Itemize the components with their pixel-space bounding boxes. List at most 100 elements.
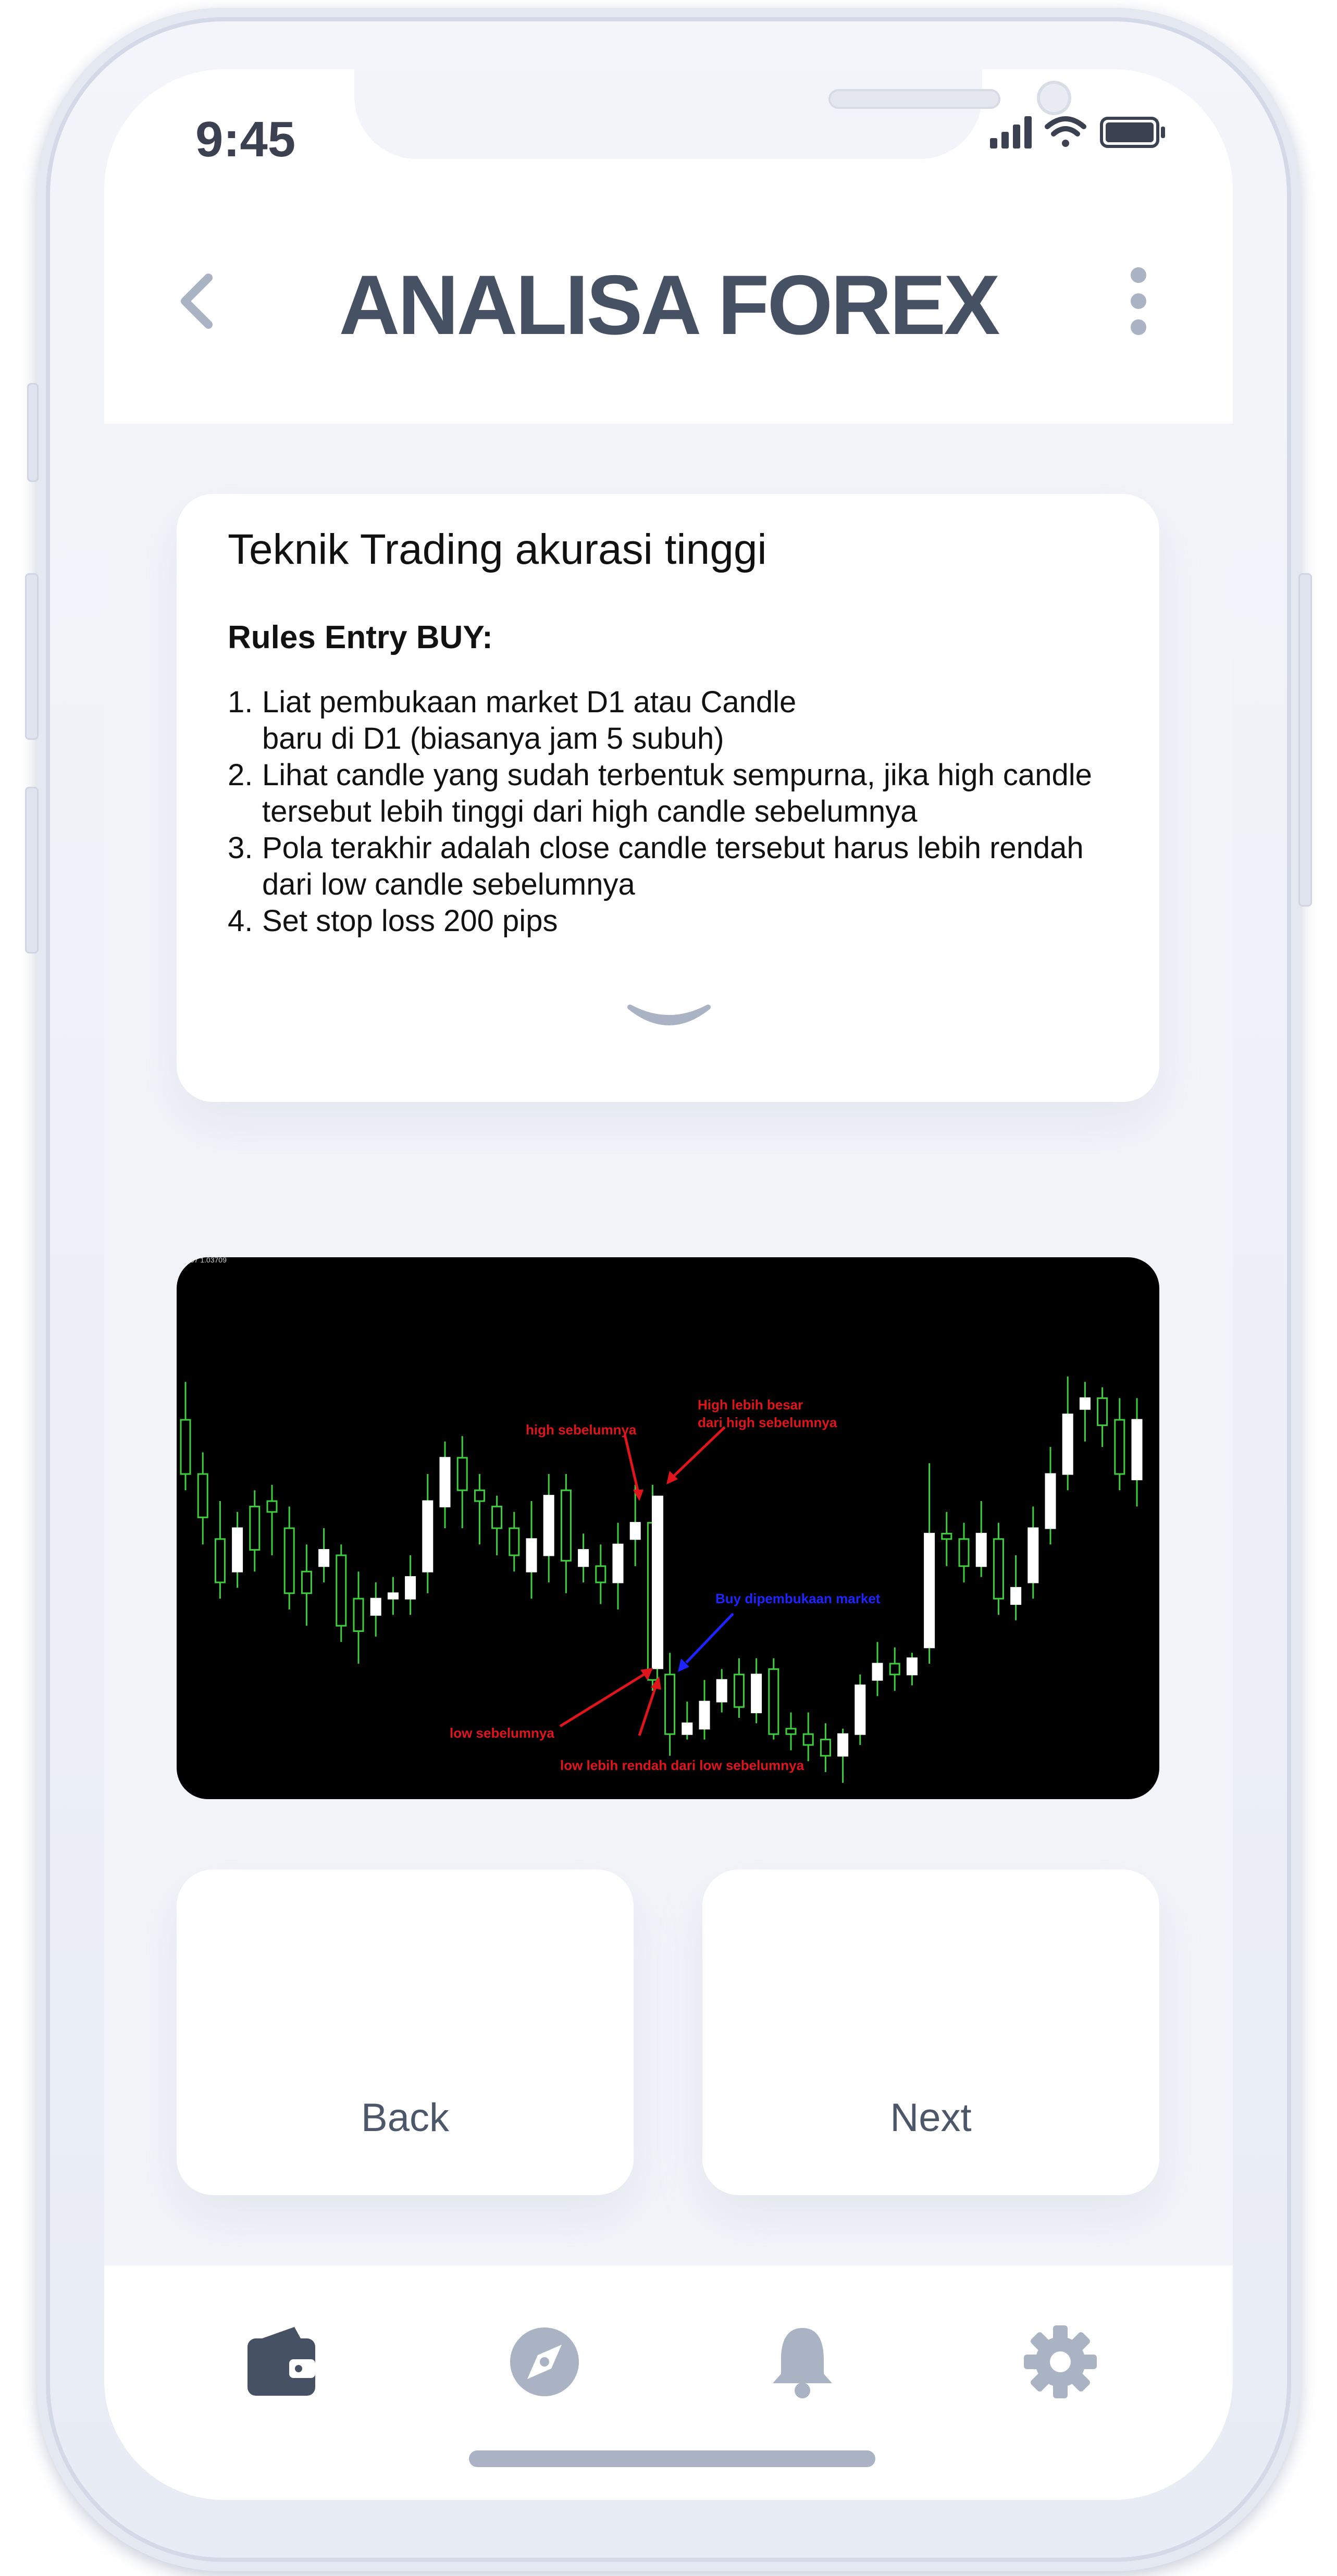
rule-line: Pola terakhir adalah close candle terseb… — [262, 831, 1084, 865]
arrow-high-prev — [623, 1434, 640, 1493]
candle-body — [837, 1733, 849, 1757]
home-indicator[interactable] — [469, 2450, 875, 2467]
candle-body — [855, 1685, 866, 1735]
candle-body — [387, 1592, 399, 1600]
candle-body — [370, 1597, 381, 1616]
candle-body — [1045, 1473, 1056, 1529]
rules-card: Teknik Trading akurasi tinggi Rules Entr… — [177, 494, 1159, 1102]
candle-body — [543, 1495, 554, 1556]
volume-up-button — [25, 573, 39, 740]
rule-number: 2. — [228, 758, 253, 792]
status-time: 9:45 — [195, 112, 296, 167]
signal-candle — [652, 1495, 663, 1669]
rule-number: 3. — [228, 831, 253, 865]
power-button — [1298, 573, 1312, 907]
candle-body — [924, 1532, 935, 1649]
speaker — [828, 89, 1000, 109]
chart-corner-text: 037 1.03709 — [186, 1257, 227, 1264]
more-options-icon[interactable] — [1125, 262, 1152, 340]
candle-body — [785, 1728, 797, 1735]
signal-icon — [990, 116, 1032, 148]
candle-body — [353, 1597, 364, 1632]
rule-item: 4. Set stop loss 200 pips — [228, 903, 1145, 939]
compass-icon[interactable] — [505, 2323, 584, 2401]
notch — [354, 69, 1071, 159]
rule-text: Pola terakhir adalah close candle terseb… — [262, 830, 1145, 903]
rule-line: Set stop loss 200 pips — [262, 904, 558, 938]
rule-line: dari low candle sebelumnya — [262, 868, 635, 901]
candle-body — [197, 1473, 208, 1518]
candle-body — [560, 1489, 572, 1562]
rules-list: 1. Liat pembukaan market D1 atau Candle ba… — [228, 684, 1145, 939]
candle-body — [422, 1500, 434, 1572]
gear-icon[interactable] — [1021, 2323, 1099, 2401]
candle-body — [958, 1538, 970, 1567]
arrow-buy-open — [685, 1613, 734, 1664]
candle-body — [1010, 1587, 1022, 1605]
rule-text: Liat pembukaan market D1 atau Candle baru… — [262, 684, 1145, 757]
candle-body — [889, 1663, 900, 1676]
candle-body — [612, 1543, 624, 1583]
battery-icon — [1100, 117, 1165, 148]
candle-body — [872, 1663, 883, 1681]
candle-body — [266, 1500, 278, 1513]
arrow-low-lower — [638, 1685, 658, 1736]
bell-icon[interactable] — [763, 2323, 841, 2401]
mute-switch — [27, 383, 39, 482]
candle-body — [232, 1527, 243, 1572]
status-icons — [990, 116, 1165, 148]
card-subtitle: Rules Entry BUY: — [228, 620, 493, 655]
candlestick-chart: 037 1.03709 high sebelumnya High lebih b… — [180, 1257, 1143, 1783]
rule-line: baru di D1 (biasanya jam 5 subuh) — [262, 722, 724, 756]
note-high-bigger-2: dari high sebelumnya — [698, 1415, 837, 1430]
candle-body — [456, 1457, 468, 1491]
candle-body — [993, 1538, 1004, 1600]
candle-body — [802, 1733, 814, 1746]
candles-group — [180, 1376, 1143, 1783]
annotation-arrows — [559, 1426, 734, 1736]
candle-body — [249, 1505, 261, 1551]
arrow-low-prev — [559, 1673, 646, 1728]
next-button-label: Next — [890, 2096, 972, 2140]
candle-body — [595, 1565, 606, 1583]
rule-line: Liat pembukaan market D1 atau Candle — [262, 685, 797, 719]
candle-body — [716, 1679, 727, 1703]
note-low-lower: low lebih rendah dari low sebelumnya — [560, 1757, 804, 1773]
rule-number: 4. — [228, 904, 253, 938]
candle-body — [405, 1576, 416, 1600]
candlestick-chart-image: 037 1.03709 high sebelumnya High lebih b… — [177, 1257, 1159, 1799]
candle-body — [820, 1739, 831, 1757]
note-buy-open: Buy dipembukaan market — [715, 1591, 881, 1606]
card-title: Teknik Trading akurasi tinggi — [228, 526, 767, 573]
candle-body — [578, 1549, 589, 1567]
candle-body — [301, 1570, 312, 1594]
rule-item: 3. Pola terakhir adalah close candle ters… — [228, 830, 1145, 903]
candle-body — [318, 1549, 330, 1567]
rule-item: 1. Liat pembukaan market D1 atau Candle ba… — [228, 684, 1145, 757]
candle-body — [491, 1505, 503, 1529]
candle-body — [439, 1457, 451, 1507]
arrow-high-bigger — [673, 1426, 726, 1477]
candle-body — [336, 1554, 347, 1627]
candle-body — [629, 1522, 641, 1540]
candle-body — [526, 1538, 537, 1572]
rule-text: Set stop loss 200 pips — [262, 903, 1145, 939]
wifi-icon — [1045, 116, 1086, 147]
expand-chevron-icon[interactable] — [625, 997, 713, 1038]
rule-number: 1. — [228, 685, 253, 719]
candle-body — [1079, 1397, 1091, 1410]
wallet-icon[interactable] — [242, 2323, 320, 2401]
candle-body — [682, 1722, 693, 1735]
back-button[interactable]: Back — [177, 1869, 634, 2195]
rule-item: 2. Lihat candle yang sudah terbentuk semp… — [228, 757, 1145, 830]
candle-body — [283, 1527, 295, 1594]
candle-body — [664, 1674, 676, 1735]
candle-body — [941, 1532, 952, 1540]
back-button-label: Back — [361, 2096, 449, 2140]
candle-body — [768, 1668, 779, 1735]
candle-body — [180, 1419, 191, 1475]
note-low-prev: low sebelumnya — [450, 1725, 554, 1741]
next-button[interactable]: Next — [702, 1869, 1159, 2195]
candle-body — [1027, 1527, 1039, 1583]
candle-body — [1131, 1419, 1143, 1480]
